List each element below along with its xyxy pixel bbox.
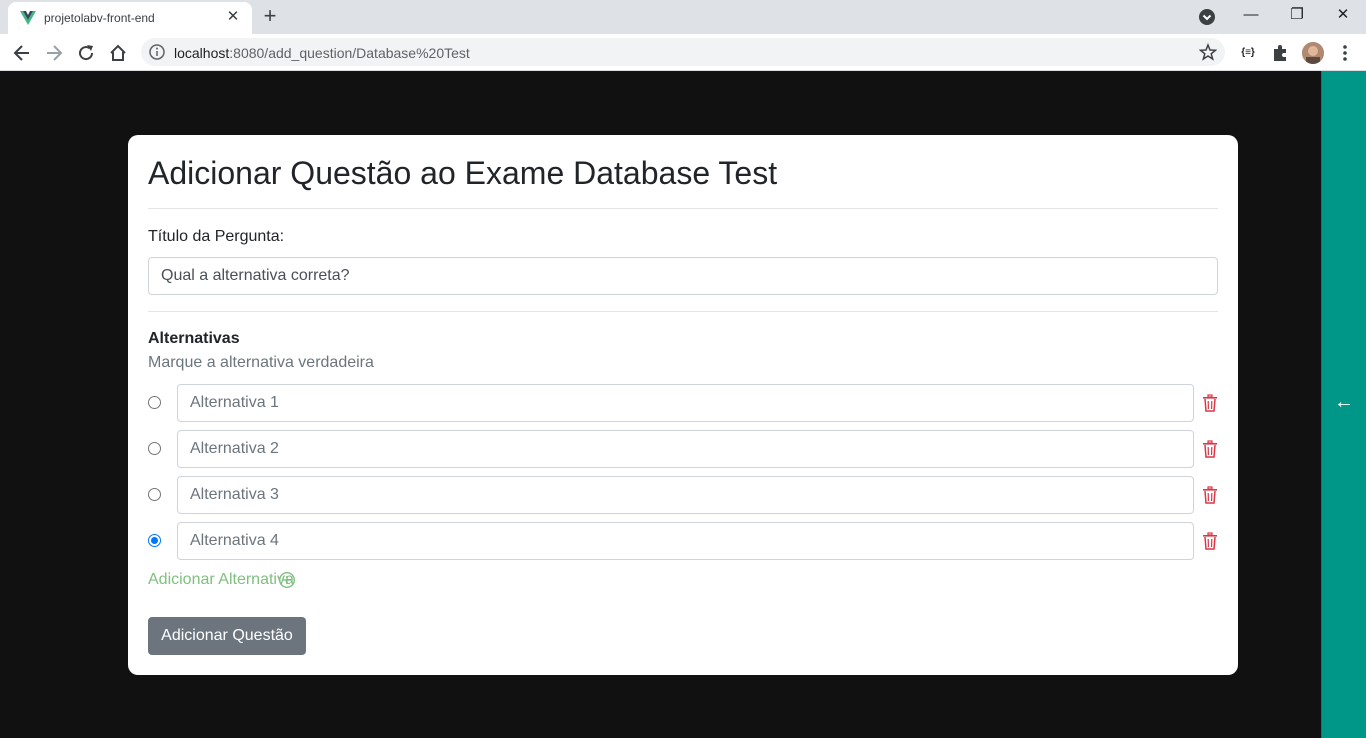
- vue-logo-icon: [20, 11, 36, 25]
- page-title: Adicionar Questão ao Exame Database Test: [148, 155, 778, 191]
- url-path: :8080/add_question/Database%20Test: [229, 45, 470, 61]
- profile-avatar[interactable]: [1302, 42, 1324, 64]
- home-icon: [110, 44, 126, 61]
- alternative-input[interactable]: [177, 476, 1194, 514]
- arrow-left-icon: [13, 45, 29, 61]
- tab-search-icon[interactable]: [1198, 8, 1216, 26]
- alternative-radio[interactable]: [148, 442, 161, 455]
- alternative-radio[interactable]: [148, 488, 161, 501]
- reload-icon: [79, 45, 94, 61]
- alternative-radio-checked[interactable]: [148, 534, 161, 547]
- add-question-button[interactable]: Adicionar Questão: [148, 617, 306, 655]
- forward-button[interactable]: [40, 39, 68, 67]
- alternatives-heading: Alternativas: [148, 330, 240, 347]
- tab-title: projetolabv-front-end: [44, 11, 155, 25]
- home-button[interactable]: [104, 39, 132, 67]
- question-title-input[interactable]: [148, 257, 1218, 295]
- arrow-left-icon: ←: [1334, 391, 1354, 413]
- alternative-row: [148, 476, 1218, 514]
- window-restore-button[interactable]: ❐: [1274, 0, 1320, 32]
- page-content: Adicionar Questão ao Exame Database Test…: [0, 71, 1321, 738]
- address-bar[interactable]: localhost:8080/add_question/Database%20T…: [141, 38, 1225, 66]
- alternatives-hint: Marque a alternativa verdadeira: [148, 354, 374, 371]
- add-question-card: Adicionar Questão ao Exame Database Test…: [128, 135, 1238, 675]
- info-icon[interactable]: [149, 44, 165, 60]
- window-close-button[interactable]: ✕: [1320, 0, 1366, 32]
- browser-menu-icon[interactable]: [1334, 42, 1356, 64]
- avatar-image: [1302, 42, 1324, 64]
- alternative-radio[interactable]: [148, 396, 161, 409]
- url-text: localhost:8080/add_question/Database%20T…: [174, 45, 470, 61]
- add-alternative-link[interactable]: Adicionar Alternativa: [148, 571, 294, 589]
- plus-circle-icon[interactable]: [278, 571, 296, 589]
- alternative-row: [148, 522, 1218, 560]
- browser-tab-bar: projetolabv-front-end ✕ + — ❐ ✕: [0, 0, 1366, 34]
- side-panel-toggle[interactable]: ←: [1321, 71, 1366, 738]
- browser-tab[interactable]: projetolabv-front-end ✕: [8, 2, 252, 34]
- tab-close-icon[interactable]: ✕: [224, 8, 242, 26]
- trash-icon[interactable]: [1202, 486, 1218, 504]
- window-minimize-button[interactable]: —: [1228, 0, 1274, 32]
- url-host: localhost: [174, 45, 230, 61]
- bookmark-star-icon[interactable]: [1199, 43, 1217, 61]
- reload-button[interactable]: [72, 39, 100, 67]
- browser-toolbar: localhost:8080/add_question/Database%20T…: [0, 34, 1366, 71]
- trash-icon[interactable]: [1202, 532, 1218, 550]
- alternative-row: [148, 430, 1218, 468]
- alternative-input[interactable]: [177, 384, 1194, 422]
- alternative-row: [148, 384, 1218, 422]
- back-button[interactable]: [8, 39, 36, 67]
- trash-icon[interactable]: [1202, 394, 1218, 412]
- extension-json-button[interactable]: {≡}: [1237, 42, 1259, 64]
- alternative-input[interactable]: [177, 522, 1194, 560]
- trash-icon[interactable]: [1202, 440, 1218, 458]
- question-title-label: Título da Pergunta:: [148, 228, 285, 245]
- divider: [148, 311, 1218, 312]
- arrow-right-icon: [47, 45, 63, 61]
- extensions-puzzle-icon[interactable]: [1269, 42, 1291, 64]
- alternative-input[interactable]: [177, 430, 1194, 468]
- new-tab-button[interactable]: +: [259, 5, 281, 27]
- divider: [148, 208, 1218, 209]
